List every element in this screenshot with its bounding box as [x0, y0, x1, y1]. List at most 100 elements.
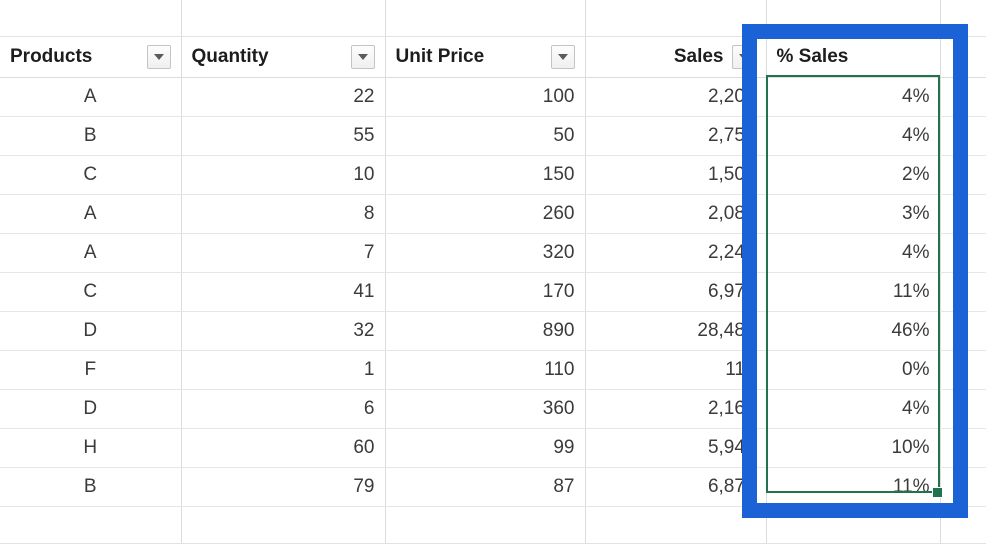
cell-quantity[interactable]: 8 [181, 194, 386, 234]
cell-sales[interactable]: 110 [585, 350, 767, 390]
cell-quantity[interactable]: 79 [181, 467, 386, 507]
cell-products[interactable]: C [0, 272, 182, 312]
empty-cell[interactable] [940, 428, 986, 468]
empty-cell[interactable] [585, 0, 767, 37]
empty-cell[interactable] [940, 194, 986, 234]
empty-cell[interactable] [940, 389, 986, 429]
cell-pct-sales[interactable]: 3% [766, 194, 941, 234]
cell-unit-price[interactable]: 170 [385, 272, 586, 312]
cell-sales[interactable]: 2,750 [585, 116, 767, 156]
chevron-down-icon [153, 54, 164, 60]
cell-quantity[interactable]: 7 [181, 233, 386, 273]
filter-dropdown-icon[interactable] [550, 45, 575, 69]
cell-pct-sales[interactable]: 4% [766, 389, 941, 429]
cell-sales[interactable]: 28,480 [585, 311, 767, 351]
empty-cell[interactable] [585, 506, 767, 544]
cell-pct-sales[interactable]: 46% [766, 311, 941, 351]
cell-pct-sales[interactable]: 4% [766, 77, 941, 117]
table-row: D 6 360 2,160 4% [0, 389, 986, 429]
empty-cell[interactable] [940, 0, 986, 37]
cell-products[interactable]: B [0, 467, 182, 507]
column-header-unit-price[interactable]: Unit Price [385, 36, 586, 78]
filter-dropdown-icon[interactable] [731, 45, 756, 69]
table-row: B 79 87 6,873 11% [0, 467, 986, 507]
cell-pct-sales[interactable]: 2% [766, 155, 941, 195]
empty-cell[interactable] [940, 116, 986, 156]
cell-sales[interactable]: 2,080 [585, 194, 767, 234]
cell-quantity[interactable]: 1 [181, 350, 386, 390]
filter-dropdown-icon[interactable] [350, 45, 375, 69]
cell-pct-sales[interactable]: 4% [766, 116, 941, 156]
empty-cell[interactable] [0, 506, 182, 544]
empty-cell[interactable] [0, 0, 182, 37]
table-row: H 60 99 5,940 10% [0, 428, 986, 468]
cell-sales[interactable]: 1,500 [585, 155, 767, 195]
table-row: A 8 260 2,080 3% [0, 194, 986, 234]
cell-unit-price[interactable]: 99 [385, 428, 586, 468]
empty-cell[interactable] [940, 233, 986, 273]
cell-unit-price[interactable]: 890 [385, 311, 586, 351]
cell-pct-sales[interactable]: 0% [766, 350, 941, 390]
column-header-sales[interactable]: Sales [585, 36, 767, 78]
filter-dropdown-icon[interactable] [146, 45, 171, 69]
cell-quantity[interactable]: 10 [181, 155, 386, 195]
cell-quantity[interactable]: 6 [181, 389, 386, 429]
cell-quantity[interactable]: 41 [181, 272, 386, 312]
cell-products[interactable]: D [0, 311, 182, 351]
cell-pct-sales[interactable]: 11% [766, 467, 941, 507]
cell-sales[interactable]: 2,160 [585, 389, 767, 429]
cell-products[interactable]: A [0, 233, 182, 273]
cell-quantity[interactable]: 55 [181, 116, 386, 156]
empty-cell[interactable] [766, 506, 941, 544]
cell-unit-price[interactable]: 320 [385, 233, 586, 273]
table-row: A 22 100 2,200 4% [0, 77, 986, 117]
cell-unit-price[interactable]: 87 [385, 467, 586, 507]
cell-products[interactable]: B [0, 116, 182, 156]
empty-cell[interactable] [940, 272, 986, 312]
cell-quantity[interactable]: 22 [181, 77, 386, 117]
empty-cell[interactable] [181, 506, 386, 544]
empty-cell[interactable] [940, 77, 986, 117]
column-header-quantity[interactable]: Quantity [181, 36, 386, 78]
empty-cell[interactable] [940, 467, 986, 507]
empty-cell[interactable] [385, 506, 586, 544]
cell-sales[interactable]: 2,200 [585, 77, 767, 117]
cell-pct-sales[interactable]: 10% [766, 428, 941, 468]
cell-quantity[interactable]: 60 [181, 428, 386, 468]
cell-unit-price[interactable]: 260 [385, 194, 586, 234]
column-header-pct-sales[interactable]: % Sales [766, 36, 941, 78]
cell-products[interactable]: F [0, 350, 182, 390]
table-row: A 7 320 2,240 4% [0, 233, 986, 273]
cell-quantity[interactable]: 32 [181, 311, 386, 351]
empty-cell[interactable] [766, 0, 941, 37]
chevron-down-icon [738, 54, 749, 60]
column-header-products[interactable]: Products [0, 36, 182, 78]
empty-cell[interactable] [940, 506, 986, 544]
empty-row-top [0, 0, 986, 37]
cell-products[interactable]: A [0, 77, 182, 117]
cell-unit-price[interactable]: 360 [385, 389, 586, 429]
cell-pct-sales[interactable]: 11% [766, 272, 941, 312]
empty-cell[interactable] [181, 0, 386, 37]
empty-cell[interactable] [940, 36, 986, 78]
column-header-label: Products [10, 46, 93, 67]
empty-cell[interactable] [940, 350, 986, 390]
empty-row-bottom [0, 506, 986, 544]
cell-unit-price[interactable]: 150 [385, 155, 586, 195]
cell-pct-sales[interactable]: 4% [766, 233, 941, 273]
cell-unit-price[interactable]: 100 [385, 77, 586, 117]
cell-unit-price[interactable]: 110 [385, 350, 586, 390]
cell-sales[interactable]: 6,873 [585, 467, 767, 507]
cell-products[interactable]: A [0, 194, 182, 234]
cell-sales[interactable]: 6,970 [585, 272, 767, 312]
cell-sales[interactable]: 5,940 [585, 428, 767, 468]
cell-products[interactable]: C [0, 155, 182, 195]
cell-sales[interactable]: 2,240 [585, 233, 767, 273]
cell-unit-price[interactable]: 50 [385, 116, 586, 156]
empty-cell[interactable] [940, 311, 986, 351]
cell-products[interactable]: H [0, 428, 182, 468]
empty-cell[interactable] [385, 0, 586, 37]
empty-cell[interactable] [940, 155, 986, 195]
table-row: D 32 890 28,480 46% [0, 311, 986, 351]
cell-products[interactable]: D [0, 389, 182, 429]
